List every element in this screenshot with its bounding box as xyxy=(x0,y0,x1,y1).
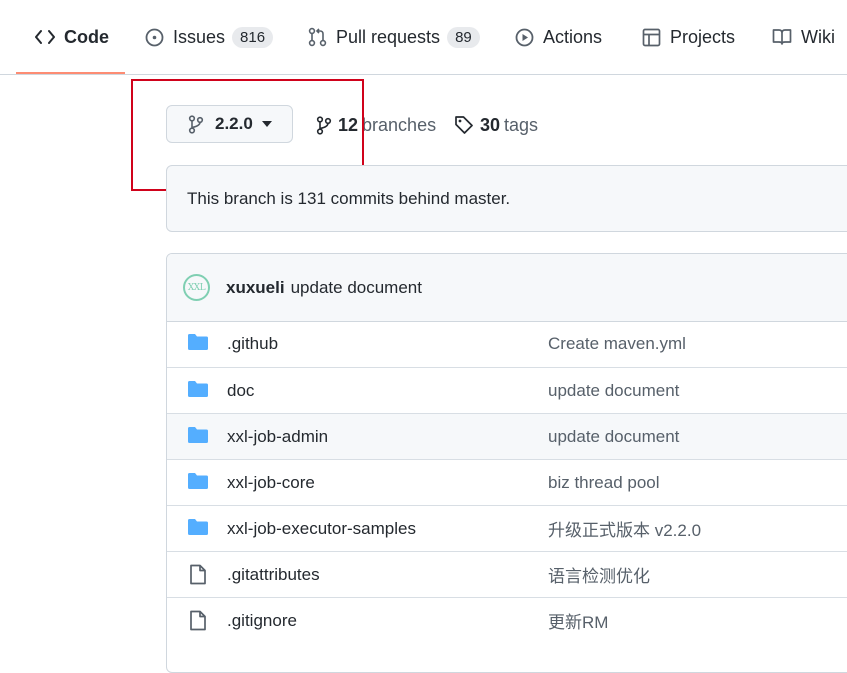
latest-commit-header: XXL xuxueli update document xyxy=(167,254,847,322)
git-branch-icon xyxy=(188,114,204,134)
tab-wiki-label: Wiki xyxy=(801,26,835,47)
file-row[interactable]: xxl-job-executor-samples 升级正式版本 v2.2.0 xyxy=(167,505,847,551)
file-commit-message-link[interactable]: update document xyxy=(548,427,679,447)
issues-count-badge: 816 xyxy=(232,26,274,48)
tab-code[interactable]: Code xyxy=(35,0,109,74)
file-row[interactable]: .github Create maven.yml xyxy=(167,321,847,367)
tab-issues[interactable]: Issues 816 xyxy=(145,0,274,74)
file-commit-message-link[interactable]: Create maven.yml xyxy=(548,334,686,354)
tab-projects-label: Projects xyxy=(670,26,736,47)
tab-pull-requests-label: Pull requests xyxy=(336,26,441,47)
file-icon xyxy=(187,610,207,631)
file-row[interactable]: xxl-job-admin update document xyxy=(167,413,847,459)
commit-message-link[interactable]: update document xyxy=(291,278,422,298)
branches-link[interactable]: 12 branches xyxy=(316,112,436,138)
folder-icon xyxy=(187,333,209,351)
file-row[interactable]: xxl-job-core biz thread pool xyxy=(167,459,847,505)
tags-count: 30 xyxy=(480,114,501,135)
file-name-link[interactable]: .gitattributes xyxy=(227,565,320,585)
tags-link[interactable]: 30 tags xyxy=(454,112,538,138)
play-icon xyxy=(515,28,534,47)
file-name-link[interactable]: xxl-job-admin xyxy=(227,427,328,447)
file-row[interactable]: doc update document xyxy=(167,367,847,413)
tab-pull-requests[interactable]: Pull requests 89 xyxy=(308,0,480,74)
branches-count: 12 xyxy=(338,114,359,135)
tag-icon xyxy=(454,115,474,135)
pull-requests-count-badge: 89 xyxy=(447,26,480,48)
folder-icon xyxy=(187,426,209,444)
file-name-link[interactable]: xxl-job-executor-samples xyxy=(227,519,416,539)
file-icon xyxy=(187,564,207,585)
avatar-text: XXL xyxy=(187,282,206,293)
branch-status-banner: This branch is 131 commits behind master… xyxy=(166,165,847,232)
tab-projects[interactable]: Projects xyxy=(642,0,735,74)
file-row[interactable]: .gitattributes 语言检测优化 xyxy=(167,551,847,597)
book-icon xyxy=(772,28,792,46)
file-list: XXL xuxueli update document .github Crea… xyxy=(166,253,847,673)
branches-label: branches xyxy=(362,114,437,135)
repo-tab-nav: Code Issues 816 Pull requests 89 Actions… xyxy=(0,0,847,75)
project-table-icon xyxy=(642,28,661,47)
file-name-link[interactable]: xxl-job-core xyxy=(227,473,315,493)
file-row[interactable]: .gitignore 更新RM xyxy=(167,597,847,643)
commit-author-link[interactable]: xuxueli xyxy=(226,278,285,298)
tab-issues-label: Issues xyxy=(173,26,226,47)
file-commit-message-link[interactable]: biz thread pool xyxy=(548,473,660,493)
tab-code-label: Code xyxy=(64,26,109,47)
file-name-link[interactable]: doc xyxy=(227,381,254,401)
file-name-link[interactable]: .github xyxy=(227,334,278,354)
file-name-link[interactable]: .gitignore xyxy=(227,611,297,631)
tab-wiki[interactable]: Wiki xyxy=(772,0,835,74)
pull-request-icon xyxy=(308,27,327,47)
tags-label: tags xyxy=(504,114,539,135)
file-commit-message-link[interactable]: update document xyxy=(548,381,679,401)
branch-select-button[interactable]: 2.2.0 xyxy=(166,105,293,143)
file-commit-message-link[interactable]: 语言检测优化 xyxy=(548,562,650,587)
branch-status-text: This branch is 131 commits behind master… xyxy=(187,188,511,208)
code-icon xyxy=(35,28,55,46)
folder-icon xyxy=(187,472,209,490)
tab-actions[interactable]: Actions xyxy=(515,0,602,74)
folder-icon xyxy=(187,380,209,398)
git-branch-icon xyxy=(316,115,332,135)
current-branch-label: 2.2.0 xyxy=(215,114,253,133)
tab-actions-label: Actions xyxy=(543,26,603,47)
issue-icon xyxy=(145,28,164,47)
selected-tab-underline xyxy=(16,72,125,74)
folder-icon xyxy=(187,518,209,536)
file-commit-message-link[interactable]: 升级正式版本 v2.2.0 xyxy=(548,516,701,541)
avatar[interactable]: XXL xyxy=(183,274,210,301)
chevron-down-icon xyxy=(261,121,272,127)
file-commit-message-link[interactable]: 更新RM xyxy=(548,608,608,633)
